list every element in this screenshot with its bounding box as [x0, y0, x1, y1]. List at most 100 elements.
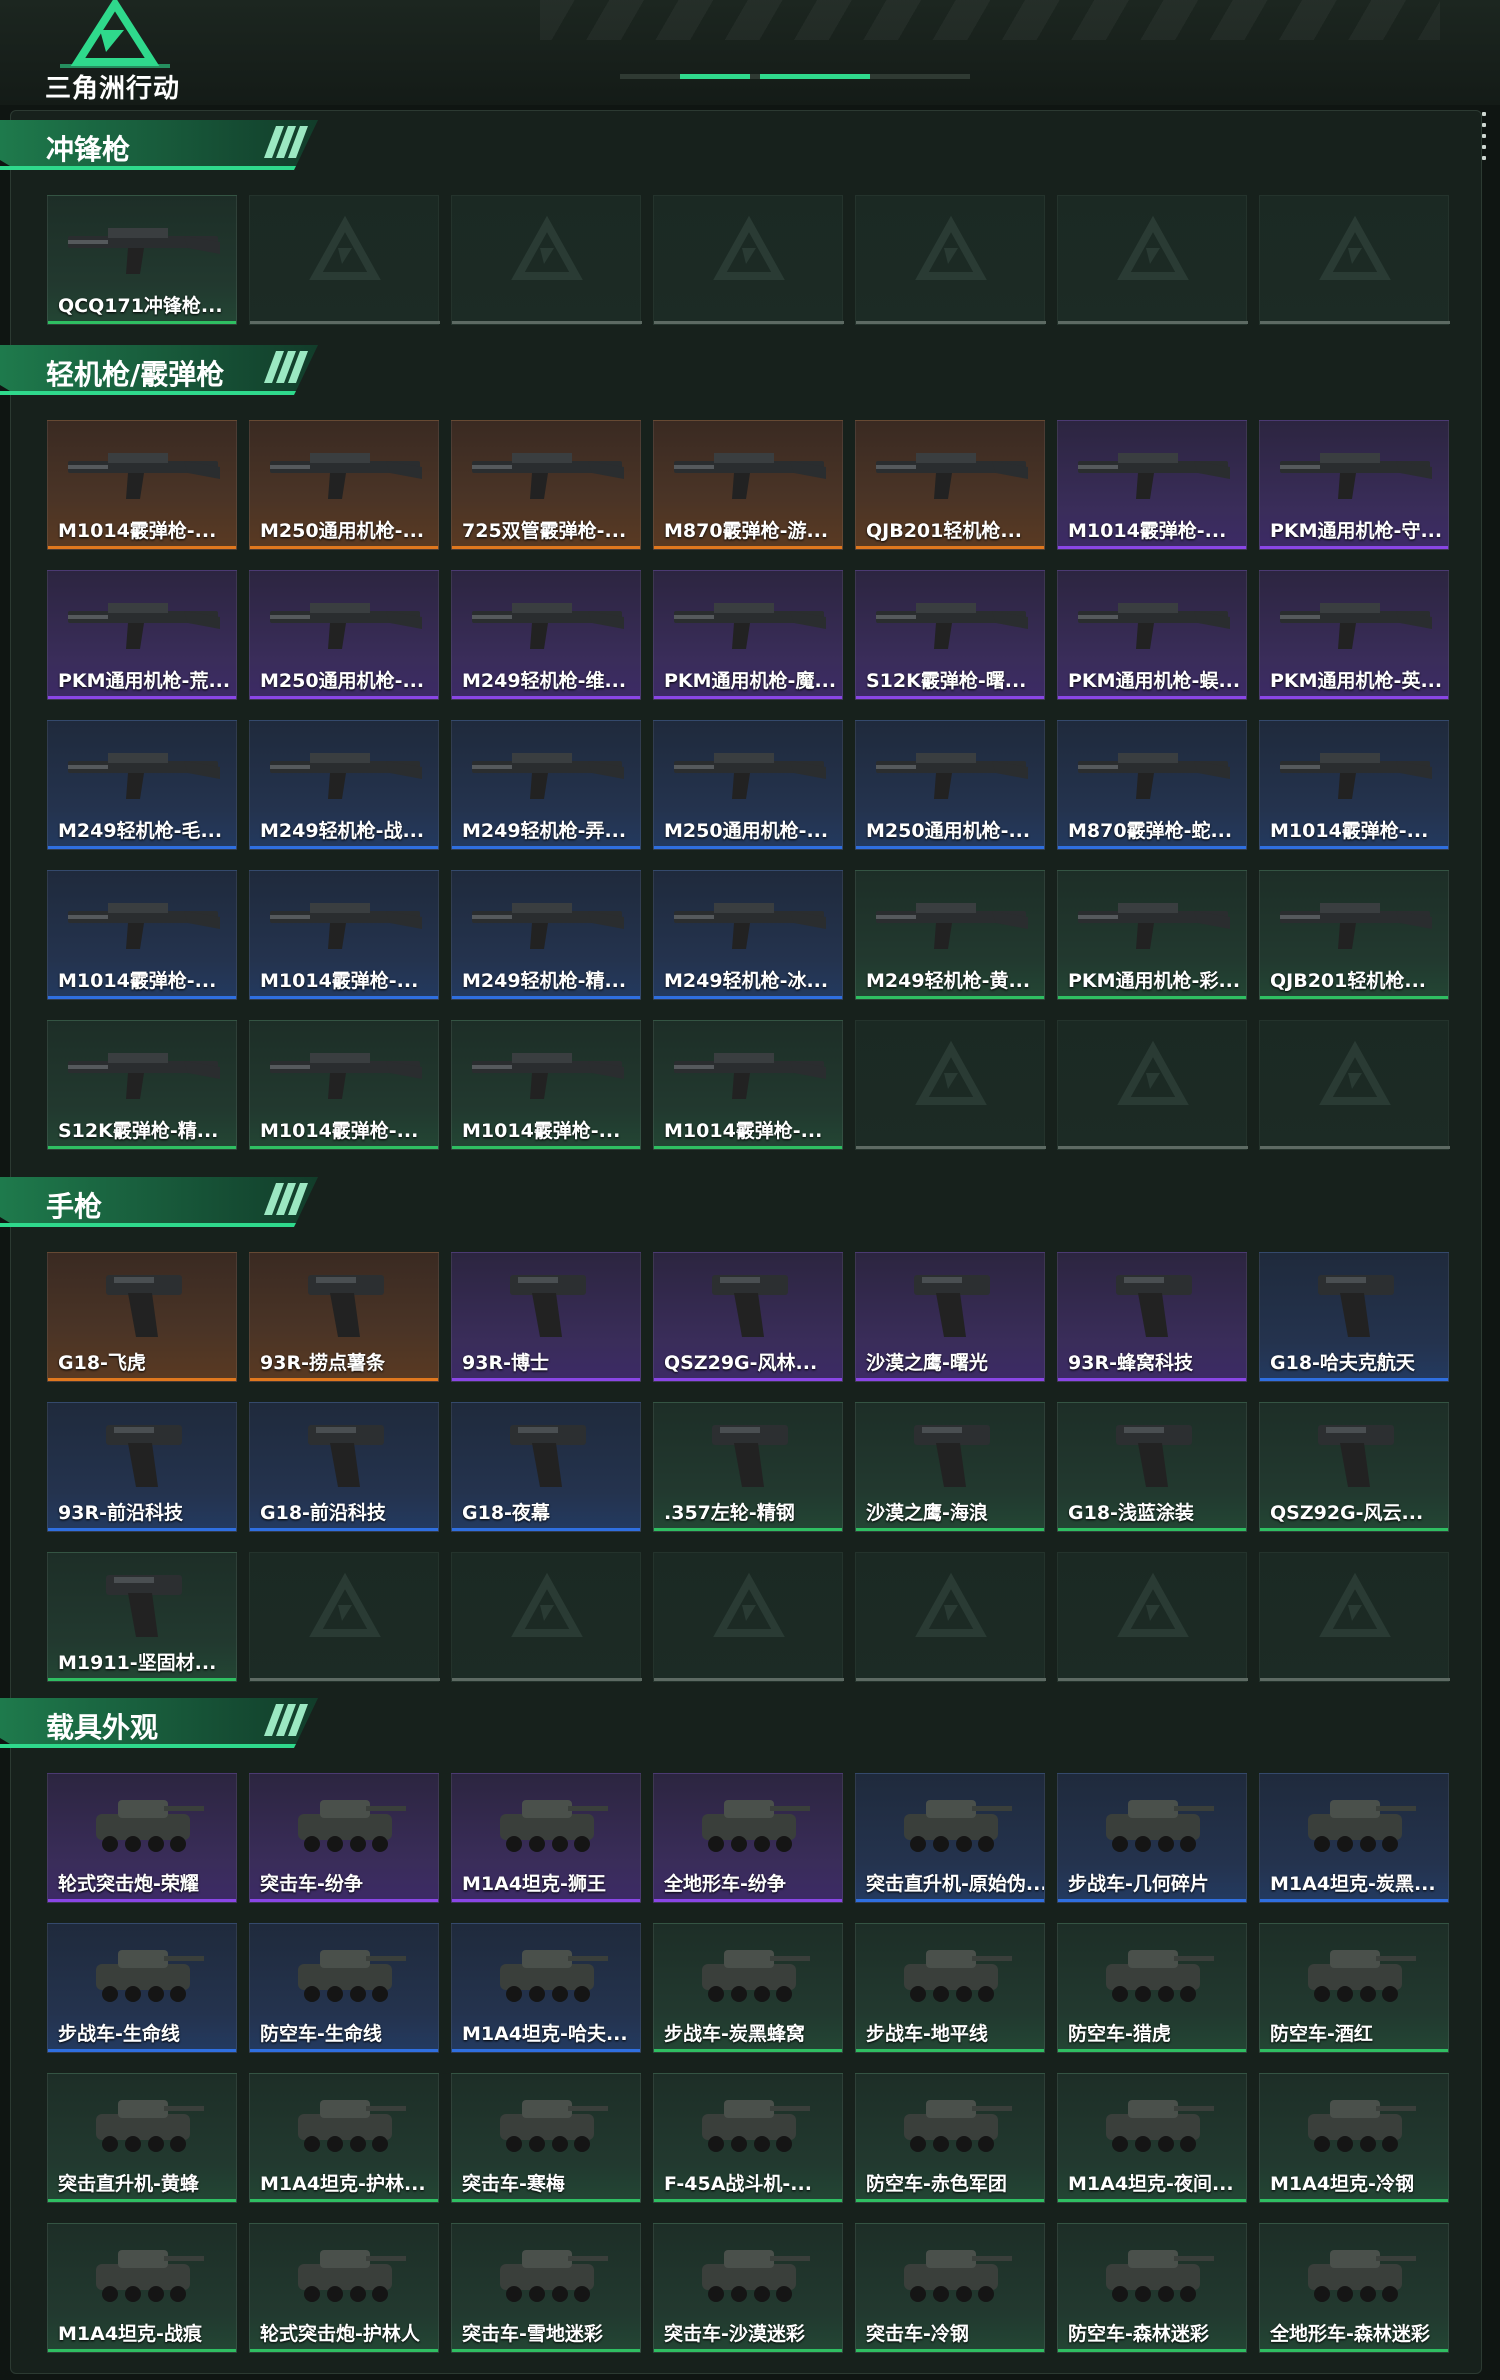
item-card[interactable]: 全地形车-纷争 — [653, 1773, 843, 1903]
item-label: 全地形车-森林迷彩 — [1270, 2323, 1430, 2345]
vehicle-icon — [1308, 1800, 1416, 1852]
item-card[interactable]: M249轻机枪-冰... — [653, 870, 843, 1000]
item-card[interactable]: 突击车-寒梅 — [451, 2073, 641, 2203]
item-label: 突击直升机-黄蜂 — [58, 2173, 199, 2195]
gun-icon — [674, 453, 826, 499]
item-card[interactable]: G18-前沿科技 — [249, 1402, 439, 1532]
item-card[interactable]: 93R-博士 — [451, 1252, 641, 1382]
item-label: S12K霰弹枪-精... — [58, 1120, 219, 1142]
item-card[interactable]: 全地形车-森林迷彩 — [1259, 2223, 1449, 2353]
item-card[interactable]: 93R-前沿科技 — [47, 1402, 237, 1532]
pistol-icon — [1116, 1425, 1192, 1487]
item-card[interactable]: 轮式突击炮-护林人 — [249, 2223, 439, 2353]
item-card[interactable]: G18-浅蓝涂装 — [1057, 1402, 1247, 1532]
item-card[interactable]: 突击直升机-原始伪... — [855, 1773, 1045, 1903]
item-card[interactable]: .357左轮-精钢 — [653, 1402, 843, 1532]
item-card[interactable]: G18-飞虎 — [47, 1252, 237, 1382]
item-card[interactable]: 沙漠之鹰-海浪 — [855, 1402, 1045, 1532]
item-card[interactable]: M1A4坦克-炭黑... — [1259, 1773, 1449, 1903]
rarity-bar — [654, 1146, 842, 1149]
item-card[interactable]: M249轻机枪-战... — [249, 720, 439, 850]
header-decoration — [540, 0, 1440, 40]
item-card[interactable]: PKM通用机枪-彩... — [1057, 870, 1247, 1000]
item-card[interactable]: M1014霰弹枪-... — [47, 420, 237, 550]
item-card[interactable]: M250通用机枪-... — [653, 720, 843, 850]
item-card[interactable]: G18-哈夫克航天 — [1259, 1252, 1449, 1382]
item-card[interactable]: QSZ29G-风林... — [653, 1252, 843, 1382]
item-card[interactable]: QJB201轻机枪... — [1259, 870, 1449, 1000]
item-label: QJB201轻机枪... — [1270, 970, 1427, 992]
item-card[interactable]: 步战车-几何碎片 — [1057, 1773, 1247, 1903]
item-card[interactable]: 沙漠之鹰-曙光 — [855, 1252, 1045, 1382]
item-card[interactable]: M1A4坦克-冷钢 — [1259, 2073, 1449, 2203]
item-card[interactable]: M250通用机枪-... — [855, 720, 1045, 850]
item-card[interactable]: M1014霰弹枪-... — [249, 870, 439, 1000]
item-card[interactable]: M249轻机枪-黄... — [855, 870, 1045, 1000]
item-card[interactable]: 突击直升机-黄蜂 — [47, 2073, 237, 2203]
item-card[interactable]: 步战车-地平线 — [855, 1923, 1045, 2053]
item-card[interactable]: 93R-捞点薯条 — [249, 1252, 439, 1382]
item-card[interactable]: M870霰弹枪-游... — [653, 420, 843, 550]
item-card[interactable]: 步战车-生命线 — [47, 1923, 237, 2053]
item-card[interactable]: S12K霰弹枪-精... — [47, 1020, 237, 1150]
empty-slot-logo-icon — [309, 1572, 381, 1637]
item-label: M1A4坦克-战痕 — [58, 2323, 202, 2345]
section-header: 轻机枪/霰弹枪 — [0, 345, 330, 395]
item-card[interactable]: 突击车-冷钢 — [855, 2223, 1045, 2353]
item-card[interactable]: M1A4坦克-护林... — [249, 2073, 439, 2203]
item-card[interactable]: 725双管霰弹枪-... — [451, 420, 641, 550]
item-card[interactable]: G18-夜幕 — [451, 1402, 641, 1532]
item-card[interactable]: S12K霰弹枪-曙... — [855, 570, 1045, 700]
item-card[interactable]: M1A4坦克-哈夫... — [451, 1923, 641, 2053]
item-card[interactable]: 突击车-纷争 — [249, 1773, 439, 1903]
item-card[interactable]: PKM通用机枪-英... — [1259, 570, 1449, 700]
item-card[interactable]: M1014霰弹枪-... — [1057, 420, 1247, 550]
item-card[interactable]: PKM通用机枪-蜈... — [1057, 570, 1247, 700]
item-card[interactable]: F-45A战斗机-... — [653, 2073, 843, 2203]
item-card[interactable]: 防空车-森林迷彩 — [1057, 2223, 1247, 2353]
item-card[interactable]: 防空车-生命线 — [249, 1923, 439, 2053]
item-card[interactable]: M250通用机枪-... — [249, 420, 439, 550]
item-card[interactable]: M1014霰弹枪-... — [47, 870, 237, 1000]
item-card[interactable]: M249轻机枪-维... — [451, 570, 641, 700]
item-card[interactable]: 轮式突击炮-荣耀 — [47, 1773, 237, 1903]
item-card[interactable]: M250通用机枪-... — [249, 570, 439, 700]
item-label: F-45A战斗机-... — [664, 2173, 812, 2195]
scrollbar[interactable] — [1482, 112, 1486, 167]
item-card[interactable]: 防空车-酒红 — [1259, 1923, 1449, 2053]
item-card[interactable]: M1014霰弹枪-... — [1259, 720, 1449, 850]
item-card[interactable]: QJB201轻机枪... — [855, 420, 1045, 550]
item-card[interactable]: M1A4坦克-夜间... — [1057, 2073, 1247, 2203]
item-card[interactable]: 防空车-猎虎 — [1057, 1923, 1247, 2053]
item-card[interactable]: M1A4坦克-战痕 — [47, 2223, 237, 2353]
rarity-bar — [856, 846, 1044, 849]
item-card[interactable]: 93R-蜂窝科技 — [1057, 1252, 1247, 1382]
rarity-bar — [1260, 696, 1448, 699]
item-card[interactable]: 步战车-炭黑蜂窝 — [653, 1923, 843, 2053]
item-card[interactable]: PKM通用机枪-魔... — [653, 570, 843, 700]
item-card[interactable]: M249轻机枪-弄... — [451, 720, 641, 850]
pistol-icon — [1318, 1275, 1394, 1337]
item-card[interactable]: M870霰弹枪-蛇... — [1057, 720, 1247, 850]
item-card[interactable]: QCQ171冲锋枪... — [47, 195, 237, 325]
item-label: M1014霰弹枪-... — [58, 520, 217, 542]
item-card[interactable]: M249轻机枪-毛... — [47, 720, 237, 850]
pistol-icon — [1116, 1275, 1192, 1337]
rarity-bar — [452, 696, 640, 699]
item-card[interactable]: 防空车-赤色军团 — [855, 2073, 1045, 2203]
item-card[interactable]: PKM通用机枪-守... — [1259, 420, 1449, 550]
item-card[interactable]: M1911-坚固材... — [47, 1552, 237, 1682]
item-label: 防空车-猎虎 — [1068, 2023, 1171, 2045]
gun-icon — [876, 903, 1028, 949]
item-card[interactable]: M1014霰弹枪-... — [249, 1020, 439, 1150]
item-card[interactable]: QSZ92G-风云... — [1259, 1402, 1449, 1532]
item-card[interactable]: M1A4坦克-狮王 — [451, 1773, 641, 1903]
gun-icon — [68, 453, 220, 499]
item-card[interactable]: M249轻机枪-精... — [451, 870, 641, 1000]
gun-icon — [472, 753, 624, 799]
item-card[interactable]: M1014霰弹枪-... — [653, 1020, 843, 1150]
item-card[interactable]: PKM通用机枪-荒... — [47, 570, 237, 700]
item-card[interactable]: M1014霰弹枪-... — [451, 1020, 641, 1150]
item-card[interactable]: 突击车-雪地迷彩 — [451, 2223, 641, 2353]
item-card[interactable]: 突击车-沙漠迷彩 — [653, 2223, 843, 2353]
